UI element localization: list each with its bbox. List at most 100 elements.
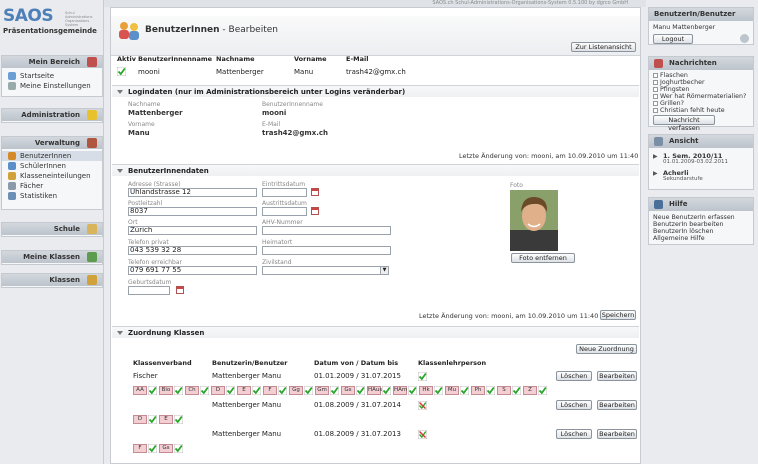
ahv-input[interactable] xyxy=(262,226,391,235)
subject-tag[interactable]: Bio xyxy=(159,386,173,395)
check-icon xyxy=(486,386,495,395)
subject-tag[interactable]: D xyxy=(211,386,225,395)
subject-tag[interactable]: Ch xyxy=(185,386,199,395)
subject-tag[interactable]: E xyxy=(237,386,251,395)
semester-dates: 01.01.2009-03.02.2011 xyxy=(663,159,728,165)
verwaltung-header[interactable]: Verwaltung xyxy=(2,137,102,149)
class-level: Sekundarstufe xyxy=(663,176,703,182)
message-item[interactable]: Flaschen xyxy=(649,72,753,79)
meine-klassen-header[interactable]: Meine Klassen xyxy=(2,251,102,263)
message-item[interactable]: Pfingsten xyxy=(649,86,753,93)
edit-assignment-button[interactable]: Bearbeiten xyxy=(597,429,637,439)
sidebar-item-startseite[interactable]: Startseite xyxy=(2,71,102,81)
subject-tag[interactable]: Gm xyxy=(315,386,329,395)
klassen-row-user: Mattenberger Manu xyxy=(212,401,282,409)
calendar-icon[interactable] xyxy=(176,286,184,294)
plz-input[interactable]: 8037 xyxy=(128,207,257,216)
warning-icon xyxy=(87,110,97,120)
calendar-icon[interactable] xyxy=(311,207,319,215)
mein-bereich-header[interactable]: Mein Bereich xyxy=(2,56,102,68)
subject-tag[interactable]: D xyxy=(133,415,147,424)
delete-assignment-button[interactable]: Löschen xyxy=(556,429,592,439)
arrow-right-icon[interactable]: ▶ xyxy=(653,153,658,160)
check-icon xyxy=(174,386,183,395)
sidebar-item-statistiken[interactable]: Statistiken xyxy=(2,191,102,201)
help-link[interactable]: BenutzerIn löschen xyxy=(649,228,753,235)
sidebar-item-schuelerinnen[interactable]: SchülerInnen xyxy=(2,161,102,171)
help-link[interactable]: BenutzerIn bearbeiten xyxy=(649,221,753,228)
logo[interactable]: SAOS Schul Administrations Organisations… xyxy=(3,6,103,41)
subject-tag[interactable]: Mu xyxy=(445,386,459,395)
remove-photo-button[interactable]: Foto entfernen xyxy=(511,253,575,263)
message-title: Christian fehlt heute xyxy=(660,107,725,114)
subject-tag[interactable]: Gg xyxy=(289,386,303,395)
data-section-header[interactable]: BenutzerInnendaten xyxy=(112,164,639,176)
edit-assignment-button[interactable]: Bearbeiten xyxy=(597,400,637,410)
delete-assignment-button[interactable]: Löschen xyxy=(556,400,592,410)
subject-tag[interactable]: Gs xyxy=(341,386,355,395)
view-icon xyxy=(654,137,663,146)
edit-assignment-button[interactable]: Bearbeiten xyxy=(597,371,637,381)
ansicht-header[interactable]: Ansicht xyxy=(649,135,753,148)
users-icon xyxy=(8,152,16,160)
sidebar-item-einstellungen[interactable]: Meine Einstellungen xyxy=(2,81,102,91)
subject-tag[interactable]: AA xyxy=(133,386,147,395)
sidebar-item-label: BenutzerInnen xyxy=(20,152,72,160)
message-item[interactable]: Christian fehlt heute xyxy=(649,107,753,114)
sidebar-item-faecher[interactable]: Fächer xyxy=(2,181,102,191)
logout-button[interactable]: Logout xyxy=(653,34,693,44)
message-item[interactable]: Grillen? xyxy=(649,100,753,107)
sidebar-item-klasseneinteilungen[interactable]: Klasseneinteilungen xyxy=(2,171,102,181)
col-vorname: Vorname xyxy=(294,55,327,63)
message-item[interactable]: Wer hat Römermaterialien? xyxy=(649,93,753,100)
arrow-right-icon[interactable]: ▶ xyxy=(653,170,658,177)
heimatort-input[interactable] xyxy=(262,246,391,255)
subject-tag[interactable]: F xyxy=(133,444,147,453)
col-nachname: Nachname xyxy=(216,55,255,63)
ahv-label: AHV-Nummer xyxy=(262,219,303,226)
subject-tag[interactable]: E xyxy=(159,415,173,424)
tel-erreich-input[interactable]: 079 691 77 55 xyxy=(128,266,257,275)
subject-tag[interactable]: Ph xyxy=(471,386,485,395)
subject-tag[interactable]: HAm xyxy=(393,386,407,395)
message-icon xyxy=(653,72,658,78)
check-icon xyxy=(174,444,183,453)
eintritt-input[interactable] xyxy=(262,188,307,197)
ort-input[interactable]: Zürich xyxy=(128,226,257,235)
klassen-header[interactable]: Klassen xyxy=(2,274,102,286)
subject-tag[interactable]: F xyxy=(263,386,277,395)
nachrichten-header[interactable]: Nachrichten xyxy=(649,57,753,70)
geburt-input[interactable] xyxy=(128,286,170,295)
message-item[interactable]: Joghurtbecher xyxy=(649,79,753,86)
tel-priv-input[interactable]: 043 539 32 28 xyxy=(128,246,257,255)
collapse-arrow-icon xyxy=(117,331,123,335)
help-link[interactable]: Allgemeine Hilfe xyxy=(649,235,753,242)
plz-label: Postleitzahl xyxy=(128,200,163,207)
administration-header[interactable]: Administration xyxy=(2,109,102,121)
schule-header[interactable]: Schule xyxy=(2,223,102,235)
school-icon xyxy=(87,224,97,234)
help-link[interactable]: Neue BenutzerIn erfassen xyxy=(649,214,753,221)
write-message-button[interactable]: Nachricht verfassen xyxy=(653,115,715,132)
message-title: Wer hat Römermaterialien? xyxy=(660,93,747,100)
hilfe-header[interactable]: Hilfe xyxy=(649,198,753,211)
save-button[interactable]: Speichern xyxy=(600,310,636,320)
calendar-icon[interactable] xyxy=(311,188,319,196)
klassen-section-header[interactable]: Zuordnung Klassen xyxy=(112,326,639,338)
sidebar-item-benutzerinnen[interactable]: BenutzerInnen xyxy=(2,151,102,161)
login-section-header[interactable]: Logindaten (nur im Administrationsbereic… xyxy=(112,85,639,97)
key-icon[interactable] xyxy=(740,34,749,43)
subject-tag[interactable]: HAus xyxy=(367,386,382,395)
adresse-input[interactable]: Uhlandstrasse 12 xyxy=(128,188,257,197)
zivilstand-select[interactable]: ▼ xyxy=(262,266,389,275)
back-to-list-button[interactable]: Zur Listenansicht xyxy=(571,42,636,52)
delete-assignment-button[interactable]: Löschen xyxy=(556,371,592,381)
new-assignment-button[interactable]: Neue Zuordnung xyxy=(576,344,637,354)
subject-tag[interactable]: Hk xyxy=(419,386,433,395)
austritt-input[interactable] xyxy=(262,207,307,216)
home-icon xyxy=(87,57,97,67)
subject-tag[interactable]: Gs xyxy=(159,444,173,453)
col-benutzer: Benutzerin/Benutzer xyxy=(212,359,288,367)
subject-tag[interactable]: S xyxy=(497,386,511,395)
subject-tag[interactable]: Z xyxy=(523,386,537,395)
